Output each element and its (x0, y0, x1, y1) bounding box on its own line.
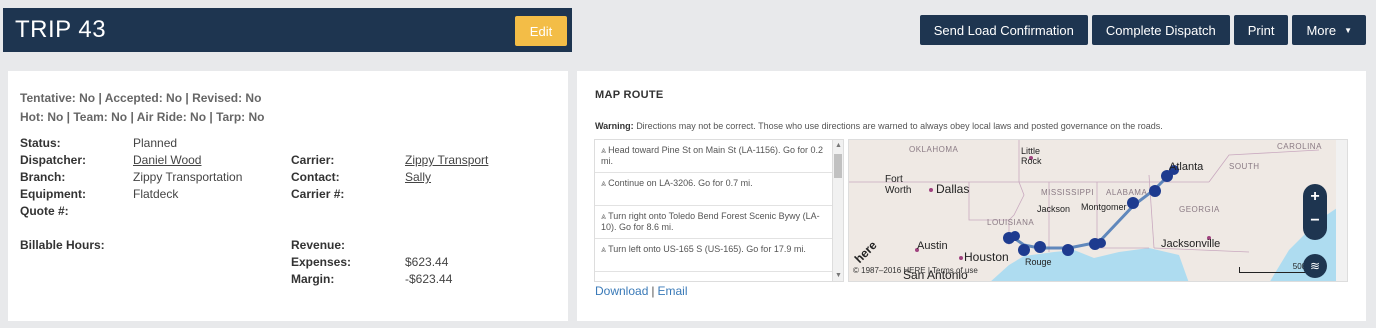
map-label-fort-worth: Fort Worth (885, 174, 912, 196)
edit-button[interactable]: Edit (515, 16, 567, 46)
margin-label: Margin: (291, 272, 335, 286)
map-label-mississippi: MISSISSIPPI (1041, 188, 1095, 197)
map-label-jackson: Jackson (1037, 204, 1071, 214)
quote-label: Quote #: (20, 204, 69, 218)
warning-label: Warning: (595, 121, 634, 131)
zoom-controls: + − (1303, 184, 1327, 240)
route-map[interactable]: OKLAHOMA Little Rock Atlanta CAROLINA Fo… (848, 139, 1348, 282)
print-button[interactable]: Print (1233, 15, 1289, 45)
straight-arrow-icon: ⩓ (601, 178, 607, 188)
zoom-out-icon[interactable]: − (1303, 212, 1327, 230)
map-label-little-rock: Little Rock (1021, 146, 1042, 166)
directions-warning: Warning: Directions may not be correct. … (595, 121, 1163, 131)
layers-icon[interactable]: ≋ (1303, 254, 1327, 278)
map-label-montgomery: Montgomer (1081, 202, 1127, 212)
map-label-louisiana: LOUISIANA (987, 218, 1035, 227)
direction-step: ⩓ Continue on LA-3206. Go for 0.7 mi. (595, 173, 843, 206)
map-route-panel: MAP ROUTE Warning: Directions may not be… (577, 71, 1366, 321)
scroll-down-icon[interactable]: ▼ (835, 272, 842, 279)
action-toolbar: Send Load Confirmation Complete Dispatch… (919, 15, 1366, 45)
scrollbar-thumb[interactable] (834, 154, 842, 178)
link-separator: | (651, 284, 655, 298)
dispatcher-label: Dispatcher: (20, 153, 87, 167)
carrier-link[interactable]: Zippy Transport (405, 153, 488, 167)
direction-step: ⩓ Turn right onto Toledo Bend Forest Scen… (595, 206, 843, 239)
flags-line-1: Tentative: No | Accepted: No | Revised: … (20, 91, 262, 105)
download-link[interactable]: Download (595, 284, 648, 298)
page-title: TRIP 43 (15, 16, 106, 44)
contact-link[interactable]: Sally (405, 170, 431, 184)
revenue-label: Revenue: (291, 238, 346, 252)
map-route-title: MAP ROUTE (595, 89, 664, 101)
map-label-baton-rouge: Rouge (1025, 257, 1052, 267)
equipment-value: Flatdeck (133, 187, 179, 201)
trip-summary-panel: Tentative: No | Accepted: No | Revised: … (8, 71, 568, 321)
flags-line-2: Hot: No | Team: No | Air Ride: No | Tarp… (20, 110, 265, 124)
branch-label: Branch: (20, 170, 66, 184)
map-label-jacksonville: Jacksonville (1161, 238, 1221, 250)
straight-arrow-icon: ⩓ (601, 145, 607, 155)
map-label-dallas: Dallas (936, 182, 970, 196)
direction-step: ⩓ Head toward Pine St on Main St (LA-1156… (595, 140, 843, 173)
map-label-georgia: GEORGIA (1179, 205, 1220, 214)
status-label: Status: (20, 136, 61, 150)
scroll-up-icon[interactable]: ▲ (835, 142, 842, 149)
caret-down-icon: ▼ (1344, 25, 1352, 35)
map-copyright: © 1987–2016 HERE | Terms of use (853, 266, 978, 275)
map-label-austin: Austin (917, 240, 948, 252)
carrier-label: Carrier: (291, 153, 335, 167)
direction-step: ⩓ Turn left onto US-165 S (US-165). Go fo… (595, 239, 843, 272)
directions-list[interactable]: ⩓ Head toward Pine St on Main St (LA-1156… (594, 139, 844, 282)
directions-scrollbar[interactable]: ▲ ▼ (832, 140, 843, 281)
carrier-number-label: Carrier #: (291, 187, 345, 201)
contact-label: Contact: (291, 170, 340, 184)
map-scrollbar[interactable] (1336, 140, 1347, 281)
map-links: Download | Email (595, 284, 688, 298)
equipment-label: Equipment: (20, 187, 86, 201)
map-label-carolina: CAROLINA (1277, 142, 1322, 151)
send-load-confirmation-button[interactable]: Send Load Confirmation (919, 15, 1088, 45)
more-label: More (1306, 22, 1337, 38)
turn-left-icon: ⩓ (601, 244, 607, 254)
map-label-houston: Houston (964, 250, 1009, 264)
trip-prefix: TRIP (15, 16, 72, 43)
status-value: Planned (133, 136, 178, 150)
trip-number: 43 (78, 16, 107, 43)
map-label-alabama: ALABAMA (1106, 188, 1148, 197)
billable-hours-label: Billable Hours: (20, 238, 105, 252)
complete-dispatch-button[interactable]: Complete Dispatch (1091, 15, 1230, 45)
map-label-atlanta: Atlanta (1169, 161, 1204, 173)
margin-value: -$623.44 (405, 272, 453, 286)
expenses-value: $623.44 (405, 255, 449, 269)
expenses-label: Expenses: (291, 255, 352, 269)
turn-right-icon: ⩓ (601, 211, 607, 221)
more-button[interactable]: More ▼ (1292, 15, 1366, 45)
trip-header: TRIP 43 Edit (3, 8, 572, 52)
map-label-south: SOUTH (1229, 162, 1260, 171)
warning-text: Directions may not be correct. Those who… (636, 121, 1163, 131)
zoom-in-icon[interactable]: + (1303, 188, 1327, 206)
email-link[interactable]: Email (658, 284, 688, 298)
dispatcher-link[interactable]: Daniel Wood (133, 153, 201, 167)
map-label-oklahoma: OKLAHOMA (909, 145, 959, 154)
branch-value: Zippy Transportation (133, 170, 243, 184)
